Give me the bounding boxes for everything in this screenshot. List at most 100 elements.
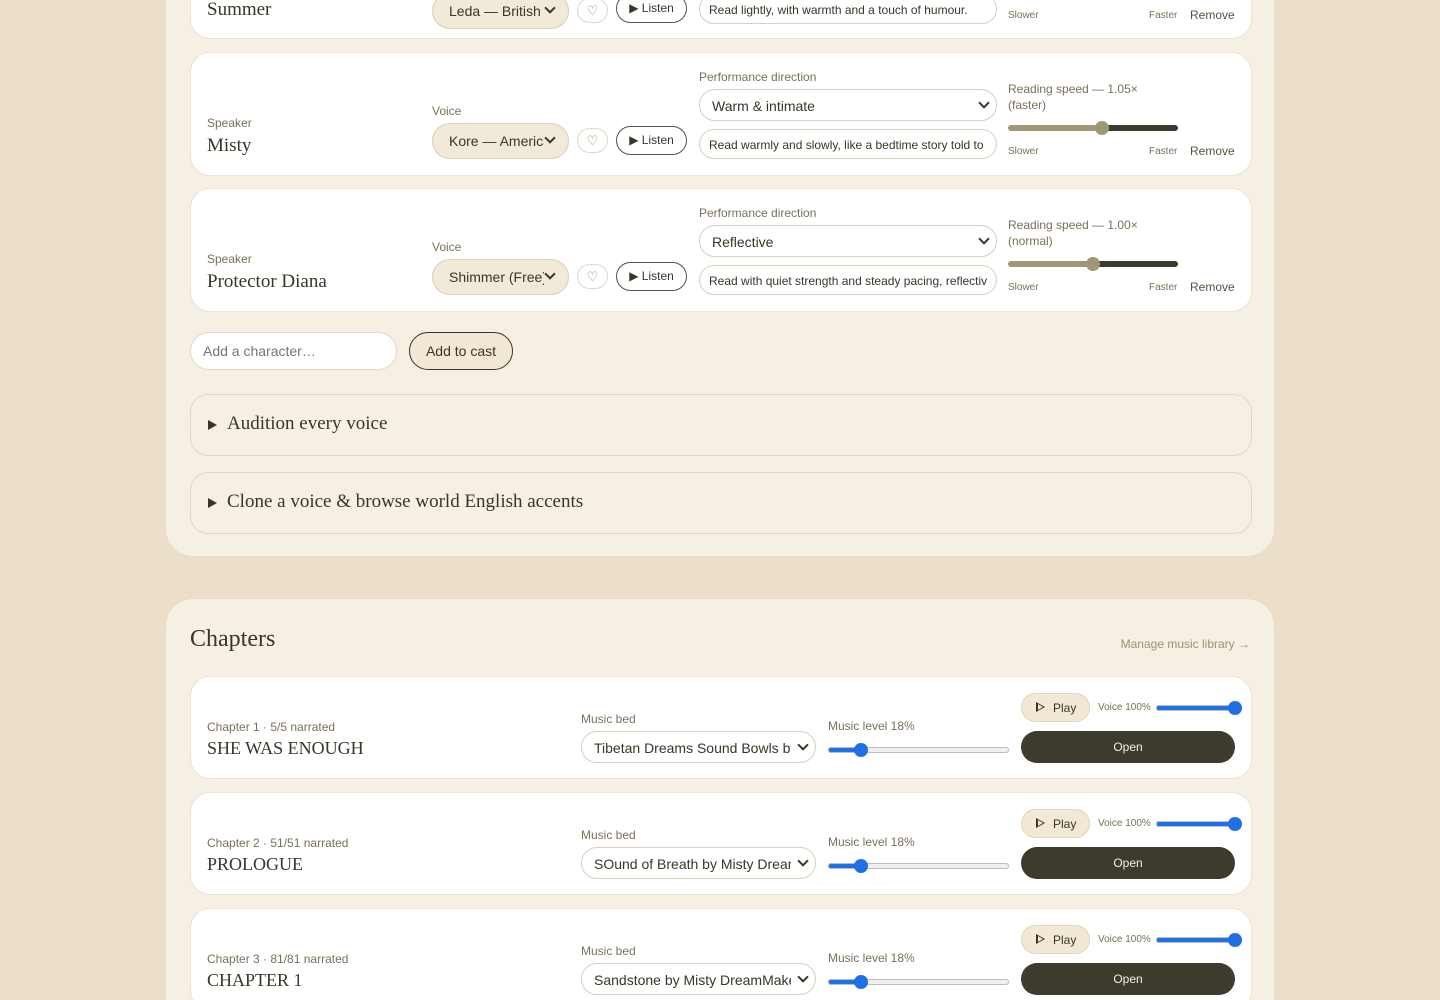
slider-track bbox=[1008, 125, 1178, 131]
listen-button[interactable]: ▶ Listen bbox=[616, 262, 687, 291]
music-bed-label: Music bed bbox=[581, 944, 636, 958]
chevron-down-icon bbox=[544, 132, 556, 144]
performance-direction-label: Performance direction bbox=[699, 70, 817, 84]
chapter-title: PROLOGUE bbox=[207, 854, 304, 874]
voice-label: Voice bbox=[432, 240, 462, 254]
chapter-title: SHE WAS ENOUGH bbox=[207, 738, 364, 758]
music-level-label: Music level 18% bbox=[828, 951, 915, 965]
music-bed-select[interactable]: Sandstone by Misty DreamMaker bbox=[581, 963, 816, 995]
reading-speed-label: Reading speed — 1.00× (normal) bbox=[1008, 218, 1138, 248]
heart-outline-icon[interactable]: ♡ bbox=[577, 264, 608, 289]
slider-thumb[interactable] bbox=[1086, 257, 1100, 271]
audition-voices-expander[interactable]: Audition every voice bbox=[190, 394, 1252, 456]
music-level-label: Music level 18% bbox=[828, 719, 915, 733]
speaker-label: Speaker bbox=[207, 116, 252, 130]
faster-label: Faster bbox=[1149, 10, 1178, 21]
chapter-card: Chapter 3 · 81/81 narrated CHAPTER 1 Mus… bbox=[190, 908, 1252, 1000]
slider-thumb[interactable] bbox=[853, 743, 868, 757]
direction-note-input[interactable]: Read lightly, with warmth and a touch of… bbox=[699, 0, 997, 24]
add-character-input[interactable] bbox=[190, 332, 397, 370]
voice-select[interactable]: Leda — British bbox=[432, 0, 569, 29]
triangle-right-icon bbox=[208, 420, 217, 430]
slider-track bbox=[1156, 705, 1235, 711]
open-chapter-button[interactable]: Open bbox=[1021, 847, 1235, 879]
listen-button[interactable]: ▶ Listen bbox=[616, 126, 687, 155]
chevron-down-icon bbox=[797, 739, 809, 751]
slider-thumb[interactable] bbox=[853, 859, 868, 873]
music-level-slider[interactable] bbox=[828, 858, 1009, 874]
play-outline-icon bbox=[1036, 702, 1045, 712]
open-chapter-button[interactable]: Open bbox=[1021, 731, 1235, 763]
voice-level-label: Voice 100% bbox=[1098, 818, 1151, 829]
expander-title: Clone a voice & browse world English acc… bbox=[227, 491, 584, 512]
speaker-card: Speaker Misty Voice Kore — American ♡ ▶ … bbox=[190, 52, 1252, 176]
chapter-card: Chapter 1 · 5/5 narrated SHE WAS ENOUGH … bbox=[190, 676, 1252, 779]
voice-level-label: Voice 100% bbox=[1098, 702, 1151, 713]
chapters-panel: Chapters Manage music library → Chapter … bbox=[165, 598, 1275, 1000]
remove-button[interactable]: Remove bbox=[1190, 8, 1235, 22]
music-bed-select[interactable]: Tibetan Dreams Sound Bowls by Misty Drea… bbox=[581, 731, 816, 763]
chevron-down-icon bbox=[797, 855, 809, 867]
cast-panel: Summer Leda — British ♡ ▶ Listen Read li… bbox=[165, 0, 1275, 557]
chevron-down-icon bbox=[978, 97, 990, 109]
section-title: Chapters bbox=[190, 626, 276, 652]
voice-level-slider[interactable] bbox=[1156, 932, 1242, 948]
voice-level-label: Voice 100% bbox=[1098, 934, 1151, 945]
faster-label: Faster bbox=[1149, 146, 1178, 157]
reading-speed-slider[interactable] bbox=[1008, 256, 1178, 272]
triangle-right-icon bbox=[208, 498, 217, 508]
slower-label: Slower bbox=[1008, 10, 1039, 21]
performance-direction-select[interactable]: Warm & intimate bbox=[699, 89, 997, 121]
play-button[interactable]: Play bbox=[1021, 809, 1090, 838]
remove-button[interactable]: Remove bbox=[1190, 280, 1235, 294]
direction-note-input[interactable]: Read warmly and slowly, like a bedtime s… bbox=[699, 129, 997, 159]
manage-music-library-link[interactable]: Manage music library → bbox=[1121, 637, 1250, 651]
play-outline-icon bbox=[1036, 818, 1045, 828]
music-level-slider[interactable] bbox=[828, 974, 1009, 990]
chevron-down-icon bbox=[978, 233, 990, 245]
slider-track bbox=[1156, 937, 1235, 943]
chevron-down-icon bbox=[544, 268, 556, 280]
add-to-cast-button[interactable]: Add to cast bbox=[409, 332, 513, 370]
chevron-down-icon bbox=[544, 2, 556, 14]
voice-level-slider[interactable] bbox=[1156, 816, 1242, 832]
chapter-meta: Chapter 1 · 5/5 narrated bbox=[207, 720, 336, 734]
play-button[interactable]: Play bbox=[1021, 925, 1090, 954]
expander-title: Audition every voice bbox=[227, 413, 388, 434]
speaker-card: Speaker Protector Diana Voice Shimmer (F… bbox=[190, 188, 1252, 312]
music-level-slider[interactable] bbox=[828, 742, 1009, 758]
remove-button[interactable]: Remove bbox=[1190, 144, 1235, 158]
play-outline-icon bbox=[1036, 934, 1045, 944]
performance-direction-select[interactable]: Reflective bbox=[699, 225, 997, 257]
chapter-card: Chapter 2 · 51/51 narrated PROLOGUE Musi… bbox=[190, 792, 1252, 895]
voice-level-slider[interactable] bbox=[1156, 700, 1242, 716]
direction-note-input[interactable]: Read with quiet strength and steady paci… bbox=[699, 265, 997, 295]
slider-thumb[interactable] bbox=[1094, 121, 1109, 135]
voice-select[interactable]: Shimmer (Free) bbox=[432, 259, 569, 295]
slider-thumb[interactable] bbox=[1228, 817, 1242, 831]
reading-speed-slider[interactable] bbox=[1008, 120, 1178, 136]
slider-thumb[interactable] bbox=[1228, 701, 1242, 715]
listen-button[interactable]: ▶ Listen bbox=[616, 0, 687, 23]
heart-outline-icon[interactable]: ♡ bbox=[577, 0, 608, 23]
slider-thumb[interactable] bbox=[853, 975, 868, 989]
voice-label: Voice bbox=[432, 104, 462, 118]
performance-direction-label: Performance direction bbox=[699, 206, 817, 220]
speaker-name: Protector Diana bbox=[207, 271, 327, 292]
heart-outline-icon[interactable]: ♡ bbox=[577, 128, 608, 153]
slower-label: Slower bbox=[1008, 146, 1039, 157]
play-button[interactable]: Play bbox=[1021, 693, 1090, 722]
chapter-title: CHAPTER 1 bbox=[207, 970, 303, 990]
open-chapter-button[interactable]: Open bbox=[1021, 963, 1235, 995]
speaker-name: Misty bbox=[207, 135, 252, 156]
voice-select[interactable]: Kore — American bbox=[432, 123, 569, 159]
slider-thumb[interactable] bbox=[1228, 933, 1242, 947]
speaker-label: Speaker bbox=[207, 252, 252, 266]
chapter-meta: Chapter 3 · 81/81 narrated bbox=[207, 952, 349, 966]
clone-voice-expander[interactable]: Clone a voice & browse world English acc… bbox=[190, 472, 1252, 534]
slower-label: Slower bbox=[1008, 282, 1039, 293]
speaker-name: Summer bbox=[207, 0, 272, 20]
reading-speed-label: Reading speed — 1.05× (faster) bbox=[1008, 82, 1138, 112]
chevron-down-icon bbox=[797, 971, 809, 983]
music-bed-select[interactable]: SOund of Breath by Misty DreamMaker bbox=[581, 847, 816, 879]
